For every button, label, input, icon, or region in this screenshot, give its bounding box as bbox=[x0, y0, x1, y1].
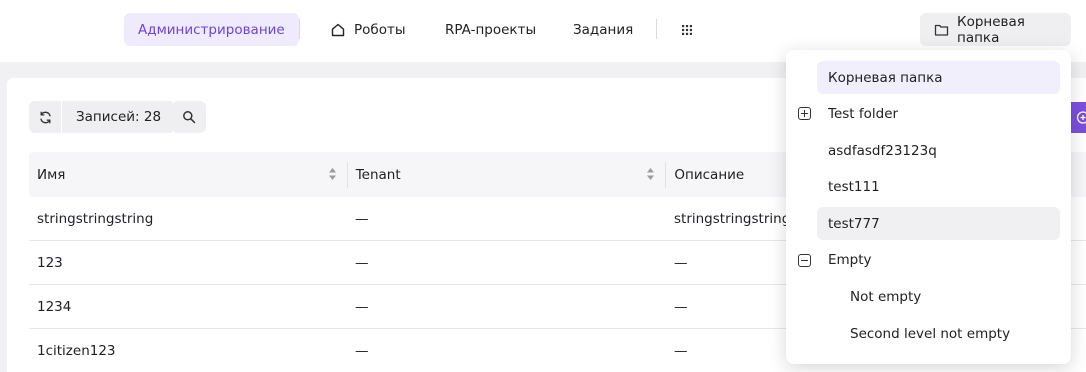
folder-item-not-empty[interactable]: Not empty bbox=[840, 280, 1060, 313]
folder-item-test777[interactable]: test777 bbox=[817, 207, 1060, 240]
folder-selector-button[interactable]: Корневая папка bbox=[920, 13, 1071, 46]
folder-item-test-folder[interactable]: Test folder bbox=[817, 97, 1060, 130]
sort-icon[interactable] bbox=[328, 167, 337, 181]
cell-name: 1citizen123 bbox=[37, 342, 116, 359]
folder-item-second-level-not-empty[interactable]: Second level not empty bbox=[840, 317, 1060, 350]
folder-icon bbox=[934, 23, 949, 37]
cell-name: stringstringstring bbox=[37, 210, 154, 227]
sort-icon[interactable] bbox=[646, 167, 655, 181]
apps-grid-icon bbox=[681, 24, 693, 36]
folder-item-label: asdfasdf23123q bbox=[828, 142, 937, 159]
column-header-tenant[interactable]: Tenant bbox=[348, 152, 666, 197]
expand-icon[interactable] bbox=[798, 107, 811, 120]
home-icon bbox=[330, 22, 346, 38]
column-header-name[interactable]: Имя bbox=[29, 152, 347, 197]
folder-item-label: test111 bbox=[828, 178, 880, 195]
cell-tenant: — bbox=[355, 254, 369, 271]
cell-tenant: — bbox=[355, 342, 369, 359]
nav-tab-administration[interactable]: Администрирование bbox=[124, 13, 299, 46]
folder-item-label: Second level not empty bbox=[850, 325, 1011, 342]
cell-name: 1234 bbox=[37, 298, 72, 315]
nav-tab-robots[interactable]: Роботы bbox=[330, 13, 406, 46]
refresh-button[interactable] bbox=[29, 101, 62, 133]
folder-item-label: Not empty bbox=[850, 288, 922, 305]
refresh-icon bbox=[38, 110, 53, 125]
collapse-icon[interactable] bbox=[798, 254, 811, 267]
nav-tab-robots-label: Роботы bbox=[354, 21, 406, 38]
nav-tab-rpa-projects[interactable]: RPA-проекты bbox=[445, 13, 536, 46]
cell-tenant: — bbox=[355, 210, 369, 227]
folder-item-label: test777 bbox=[828, 215, 880, 232]
nav-tab-rpa-projects-label: RPA-проекты bbox=[445, 21, 537, 38]
folder-item-empty[interactable]: Empty bbox=[817, 243, 1060, 276]
folder-item-label: Корневая папка bbox=[828, 69, 943, 86]
column-header-label: Описание bbox=[674, 166, 745, 183]
nav-tab-tasks[interactable]: Задания bbox=[573, 13, 633, 46]
nav-tab-tasks-label: Задания bbox=[573, 21, 634, 38]
nav-divider bbox=[299, 19, 300, 39]
column-header-label: Tenant bbox=[355, 166, 401, 183]
folder-selector-label: Корневая папка bbox=[957, 13, 1025, 46]
nav-divider bbox=[656, 19, 657, 39]
cell-name: 123 bbox=[37, 254, 63, 271]
folder-item-label: Test folder bbox=[828, 105, 899, 122]
folder-item-root[interactable]: Корневая папка bbox=[817, 61, 1060, 94]
cell-tenant: — bbox=[355, 298, 369, 315]
folder-item-test111[interactable]: test111 bbox=[817, 170, 1060, 203]
search-icon bbox=[182, 110, 196, 124]
records-count: Записей: 28 bbox=[62, 101, 175, 133]
folder-dropdown: Корневая папка Test folder asdfasdf23123… bbox=[786, 50, 1071, 364]
column-header-label: Имя bbox=[37, 166, 66, 183]
search-button[interactable] bbox=[172, 101, 206, 133]
folder-item-asdfasdf23123q[interactable]: asdfasdf23123q bbox=[817, 134, 1060, 167]
folder-item-label: Empty bbox=[828, 251, 872, 268]
apps-grid-button[interactable] bbox=[681, 13, 693, 46]
records-count-label: Записей: 28 bbox=[76, 109, 162, 125]
records-toolbar: Записей: 28 bbox=[29, 101, 176, 133]
nav-tab-administration-label: Администрирование bbox=[138, 21, 285, 38]
